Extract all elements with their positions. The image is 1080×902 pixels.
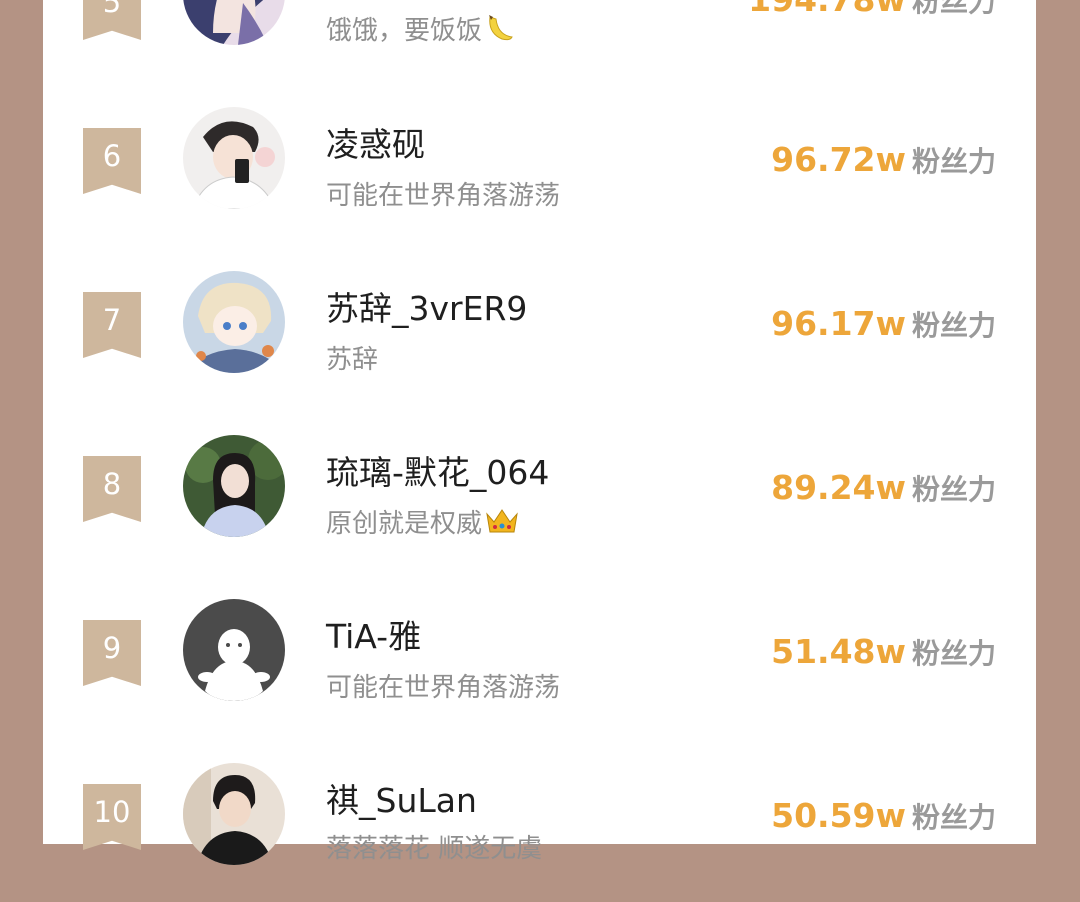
rank-badge: 6: [83, 128, 141, 194]
avatar[interactable]: [183, 107, 285, 209]
avatar[interactable]: [183, 271, 285, 373]
rank-badge: 9: [83, 620, 141, 686]
rank-number: 9: [102, 631, 122, 665]
user-name[interactable]: 琉璃-默花_064: [326, 446, 549, 494]
fans-value: 89.24w: [771, 468, 906, 507]
default-avatar-icon: [183, 599, 285, 701]
user-bio: 原创就是权威: [326, 503, 520, 543]
rank-badge: 5: [83, 0, 141, 40]
fans-value: 96.17w: [771, 304, 906, 343]
fans-value: 51.48w: [771, 632, 906, 671]
list-item[interactable]: 5 饿饿，要饭饭 194.78w粉丝力: [43, 0, 1036, 46]
user-bio: 落落落花 顺遂无虞: [326, 834, 543, 864]
rank-number: 6: [102, 139, 122, 173]
user-name[interactable]: 祺_SuLan: [326, 774, 477, 822]
list-item[interactable]: 9 TiA-雅 可能在世界角落游荡 51.48w 粉丝力: [43, 574, 1036, 738]
fans-count: 89.24w 粉丝力: [771, 468, 996, 508]
ranking-list-panel: 5 饿饿，要饭饭 194.78w 粉丝力 6: [43, 0, 1036, 865]
fans-unit: 粉丝力: [911, 309, 996, 342]
fans-unit: 粉丝力: [911, 637, 996, 670]
fans-unit: 粉丝力: [911, 145, 996, 178]
fans-count: 194.78w 粉丝力: [748, 0, 996, 20]
rank-badge: 8: [83, 456, 141, 522]
user-bio: 可能在世界角落游荡: [326, 181, 561, 211]
avatar[interactable]: [183, 599, 285, 701]
fans-count: 50.59w 粉丝力: [771, 796, 996, 836]
crown-icon: [484, 506, 520, 543]
rank-number: 7: [102, 303, 122, 337]
avatar[interactable]: [183, 0, 285, 45]
avatar[interactable]: [183, 435, 285, 537]
user-name[interactable]: 苏辞_3vrER9: [326, 282, 527, 330]
rank-badge: 7: [83, 292, 141, 358]
user-name[interactable]: TiA-雅: [326, 610, 421, 658]
list-item[interactable]: 8 琉璃-默花_064 原创就是权威 89.24w 粉丝力: [43, 410, 1036, 574]
rank-number: 10: [93, 795, 131, 829]
fans-count: 96.72w 粉丝力: [771, 140, 996, 180]
fans-unit: 粉丝力: [911, 0, 996, 18]
list-item[interactable]: 7 苏辞_3vrER9 苏辞 96.17w 粉丝力: [43, 246, 1036, 410]
fans-count: 51.48w 粉丝力: [771, 632, 996, 672]
fans-count: 96.17w 粉丝力: [771, 304, 996, 344]
user-name[interactable]: 凌惑砚: [326, 118, 425, 166]
banana-icon: [484, 13, 514, 50]
rank-badge: 10: [83, 784, 141, 850]
fans-value: 50.59w: [771, 796, 906, 835]
fans-unit: 粉丝力: [911, 801, 996, 834]
user-bio: 饿饿，要饭饭: [326, 10, 514, 50]
list-item[interactable]: 10 祺_SuLan 落落落花 顺遂无虞 50.59w 粉丝力: [43, 738, 1036, 902]
fans-value: 194.78w: [748, 0, 906, 19]
user-bio: 可能在世界角落游荡: [326, 673, 561, 703]
fans-unit: 粉丝力: [911, 473, 996, 506]
rank-number: 5: [102, 0, 122, 19]
avatar[interactable]: [183, 763, 285, 865]
list-item[interactable]: 6 凌惑砚 可能在世界角落游荡 96.72w 粉丝力: [43, 82, 1036, 246]
rank-number: 8: [102, 467, 122, 501]
fans-value: 96.72w: [771, 140, 906, 179]
user-bio: 苏辞: [326, 345, 379, 375]
